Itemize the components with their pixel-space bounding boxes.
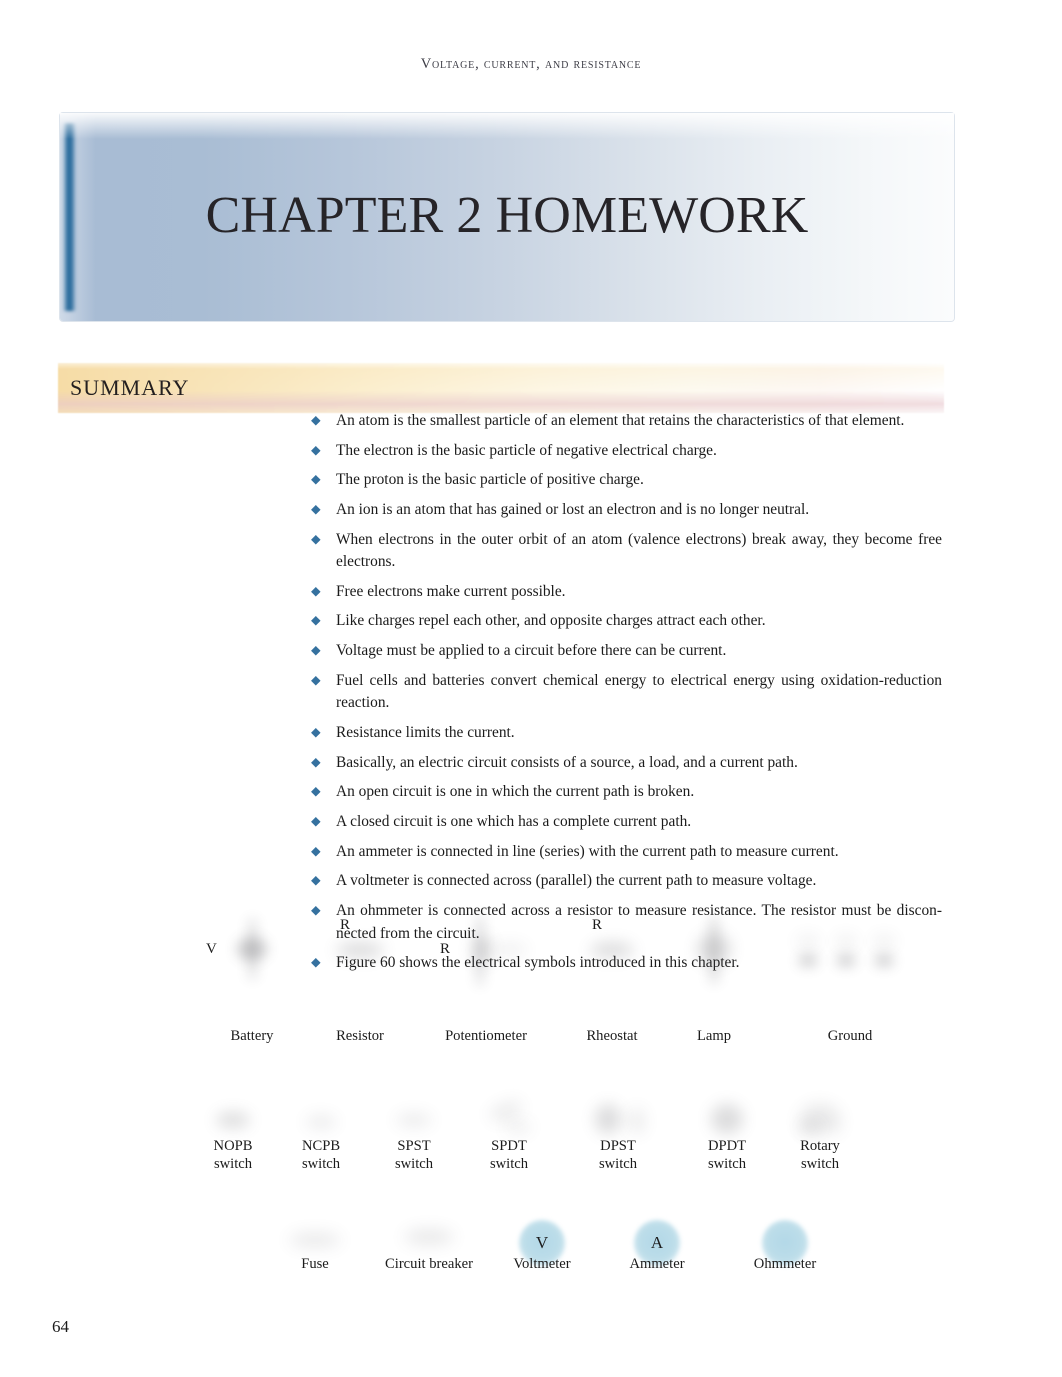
lamp-symbol: [654, 915, 774, 987]
summary-bullet-item: ◆ Like charges repel each other, and oppo…: [311, 610, 942, 633]
summary-bullet-item: ◆ The proton is the basic particle of pos…: [311, 469, 942, 492]
summary-bullet-text: A closed circuit is one which has a comp…: [336, 812, 692, 830]
symbol-cell: SPST switch: [366, 1090, 462, 1172]
symbol-caption: SPDT switch: [489, 1138, 529, 1173]
symbol-caption: Circuit breaker: [385, 1256, 473, 1272]
diamond-bullet-icon: ◆: [311, 643, 321, 658]
resistor-symbol: [300, 915, 420, 987]
summary-bullet-item: ◆ An open circuit is one in which the cur…: [311, 781, 942, 804]
summary-bullet-item: ◆ An ion is an atom that has gained or lo…: [311, 499, 942, 522]
page-title: CHAPTER 2 HOMEWORK: [205, 186, 809, 244]
symbol-caption: Resistor: [336, 1028, 384, 1044]
meter-letter: V: [535, 1233, 549, 1252]
diamond-bullet-icon: ◆: [311, 442, 321, 457]
symbol-cell: SPDT switch: [461, 1090, 557, 1172]
summary-bullet-text: Resistance limits the current.: [336, 724, 515, 742]
summary-bullet-text: Basically, an electric circuit consists …: [336, 753, 798, 771]
diamond-bullet-icon: ◆: [311, 413, 321, 427]
summary-bullet-text: Fuel cells and batteries convert chemica…: [336, 671, 942, 712]
symbol-caption: NCPB switch: [301, 1138, 341, 1173]
ground-symbol: [790, 915, 910, 987]
symbol-caption: Rotary switch: [800, 1138, 840, 1173]
summary-bullet-text: A voltmeter is connected across (paralle…: [336, 872, 817, 890]
symbol-cell: NOPB switch: [185, 1090, 281, 1172]
summary-bullet-text: When electrons in the outer orbit of an …: [336, 530, 942, 571]
summary-bullet-text: The proton is the basic particle of posi…: [336, 471, 644, 489]
summary-bullet-item: ◆ The electron is the basic particle of n…: [311, 440, 942, 463]
summary-bullet-item: ◆ Fuel cells and batteries convert chemic…: [311, 670, 942, 715]
diamond-bullet-icon: ◆: [311, 725, 321, 740]
symbol-cell: Fuse: [250, 1207, 380, 1279]
symbol-caption: Ground: [827, 1028, 873, 1044]
page-number: 64: [52, 1317, 69, 1336]
running-head: Voltage, Current, and Resistance: [420, 56, 642, 72]
symbol-caption: Voltmeter: [513, 1256, 571, 1272]
summary-bullet-text: Like charges repel each other, and oppos…: [336, 612, 766, 630]
summary-bullet-item: ◆ Resistance limits the current.: [311, 722, 942, 745]
symbol-row: Fuse Circuit breaker V Voltmeter A Ammeter Ohm…: [140, 1207, 920, 1377]
diamond-bullet-icon: ◆: [311, 873, 321, 888]
symbol-caption: Ohmmeter: [753, 1256, 817, 1272]
symbol-cell: R Resistor: [300, 915, 420, 1044]
diamond-bullet-icon: ◆: [311, 672, 321, 687]
symbol-cell: A Ammeter: [592, 1207, 722, 1279]
symbol-cell: V Voltmeter: [477, 1207, 607, 1279]
symbol-cell: Ground: [790, 915, 910, 1044]
symbol-cell: Lamp: [654, 915, 774, 1044]
symbol-caption: NOPB switch: [213, 1138, 253, 1173]
chapter-title-banner: CHAPTER 2 HOMEWORK: [60, 113, 954, 321]
diamond-bullet-icon: ◆: [311, 843, 321, 858]
summary-bullet-text: The electron is the basic particle of ne…: [336, 441, 717, 459]
diamond-bullet-icon: ◆: [311, 613, 321, 628]
symbol-caption: Battery: [230, 1028, 274, 1044]
summary-bullet-text: An ion is an atom that has gained or los…: [336, 500, 810, 518]
diamond-bullet-icon: ◆: [311, 813, 321, 828]
summary-bullet-item: ◆ Free electrons make current possible.: [311, 581, 942, 604]
symbol-cell: Ohmmeter: [720, 1207, 850, 1279]
symbol-value-label: V: [206, 941, 217, 957]
summary-bullet-list: ◆ An atom is the smallest particle of an …: [311, 410, 942, 982]
diamond-bullet-icon: ◆: [311, 784, 321, 799]
diamond-bullet-icon: ◆: [311, 472, 321, 487]
symbol-cell: R Potentiometer: [426, 915, 546, 1044]
symbol-caption: Fuse: [301, 1256, 329, 1272]
symbol-caption: Potentiometer: [445, 1028, 527, 1044]
summary-bullet-item: ◆ An ammeter is connected in line (series…: [311, 841, 942, 864]
summary-bullet-item: ◆ An atom is the smallest particle of an …: [311, 410, 942, 433]
symbol-caption: DPST switch: [598, 1138, 638, 1173]
symbol-cell: Circuit breaker: [364, 1207, 494, 1279]
diamond-bullet-icon: ◆: [311, 501, 321, 516]
summary-bullet-item: ◆ A closed circuit is one which has a com…: [311, 811, 942, 834]
meter-letter: A: [650, 1233, 664, 1252]
diamond-bullet-icon: ◆: [311, 583, 321, 598]
summary-bullet-text: An ammeter is connected in line (series)…: [336, 842, 839, 860]
symbol-cell: V Battery: [192, 915, 312, 1044]
symbol-value-label: R: [340, 917, 351, 933]
summary-bullet-item: ◆ When electrons in the outer orbit of an…: [311, 529, 942, 574]
summary-bullet-item: ◆ A voltmeter is connected across (parall…: [311, 870, 942, 893]
summary-bullet-text: An atom is the smallest particle of an e…: [336, 412, 905, 429]
symbol-cell: NCPB switch: [273, 1090, 369, 1172]
symbol-caption: SPST switch: [394, 1138, 434, 1173]
summary-heading-band: [58, 363, 944, 413]
symbol-caption: Lamp: [696, 1028, 732, 1044]
summary-bullet-item: ◆ Voltage must be applied to a circuit be…: [311, 640, 942, 663]
symbol-cell: Rotary switch: [772, 1090, 868, 1172]
summary-bullet-text: Voltage must be applied to a circuit bef…: [336, 642, 727, 660]
symbol-value-label: R: [440, 941, 451, 957]
symbol-value-label: R: [592, 917, 603, 933]
summary-heading: SUMMARY: [70, 375, 190, 400]
symbol-cell: DPST switch: [570, 1090, 666, 1172]
summary-bullet-text: Free electrons make current possible.: [336, 582, 566, 600]
symbol-caption: Ammeter: [629, 1256, 685, 1272]
summary-bullet-item: ◆ Basically, an electric circuit consists…: [311, 752, 942, 775]
summary-bullet-text: An open circuit is one in which the curr…: [336, 783, 695, 801]
diamond-bullet-icon: ◆: [311, 531, 321, 546]
symbol-row: V Battery R Resistor R Potentiometer R Rheostat…: [140, 915, 920, 1085]
diamond-bullet-icon: ◆: [311, 754, 321, 769]
symbol-caption: DPDT switch: [707, 1138, 747, 1173]
symbol-cell: DPDT switch: [679, 1090, 775, 1172]
